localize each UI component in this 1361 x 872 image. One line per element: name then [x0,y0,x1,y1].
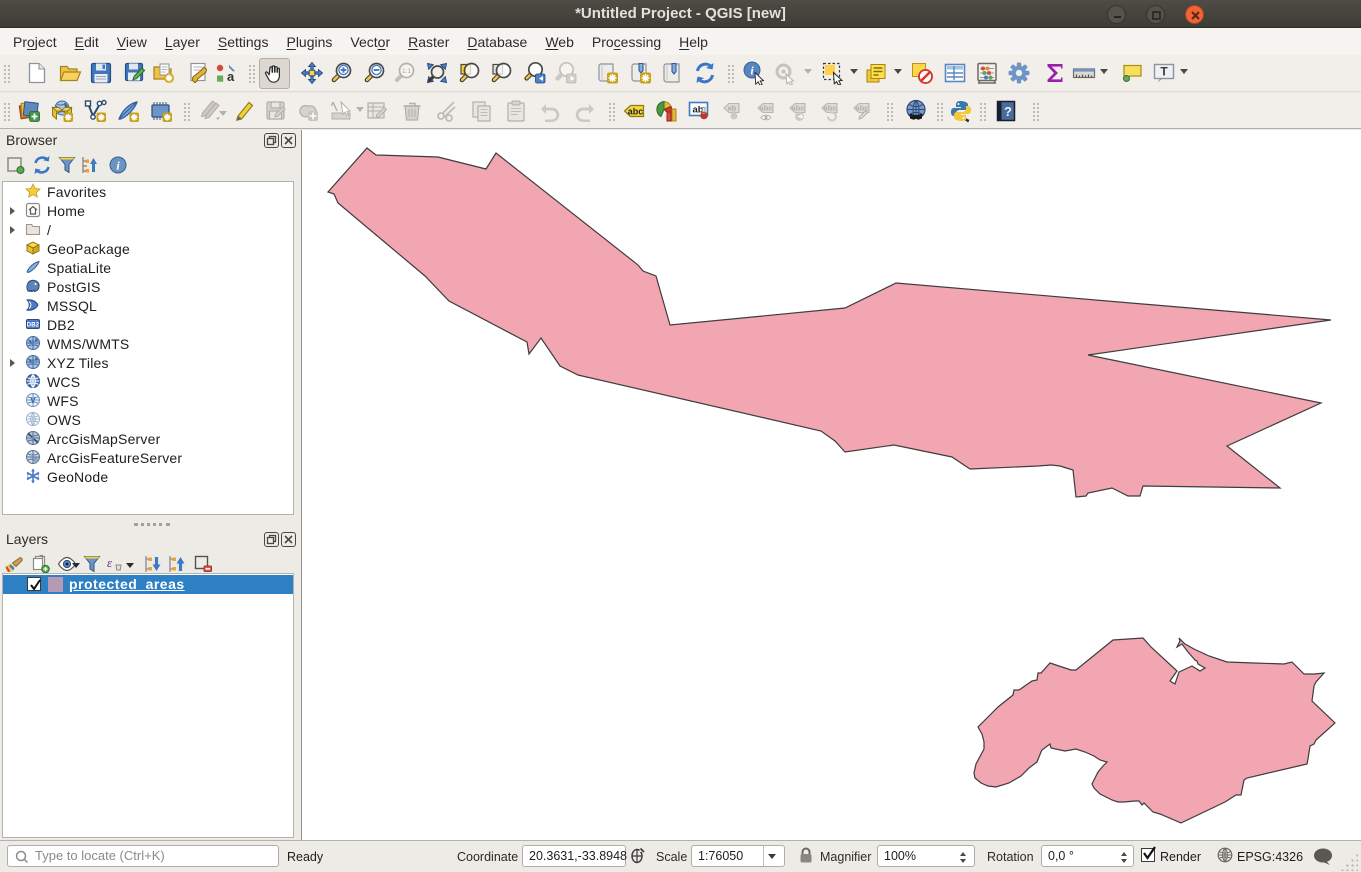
svg-text:abc: abc [792,104,805,113]
svg-text:T: T [1160,65,1168,79]
svg-text:ε: ε [107,555,113,570]
svg-text:V: V [30,396,36,405]
svg-text:abc: abc [628,107,644,117]
svg-text:abc: abc [824,104,837,113]
svg-text:DB2: DB2 [27,323,40,329]
svg-text:abc: abc [760,104,773,113]
svg-text:1:1: 1:1 [402,68,411,75]
svg-text:?: ? [1004,104,1012,119]
svg-text:ab: ab [728,104,737,113]
